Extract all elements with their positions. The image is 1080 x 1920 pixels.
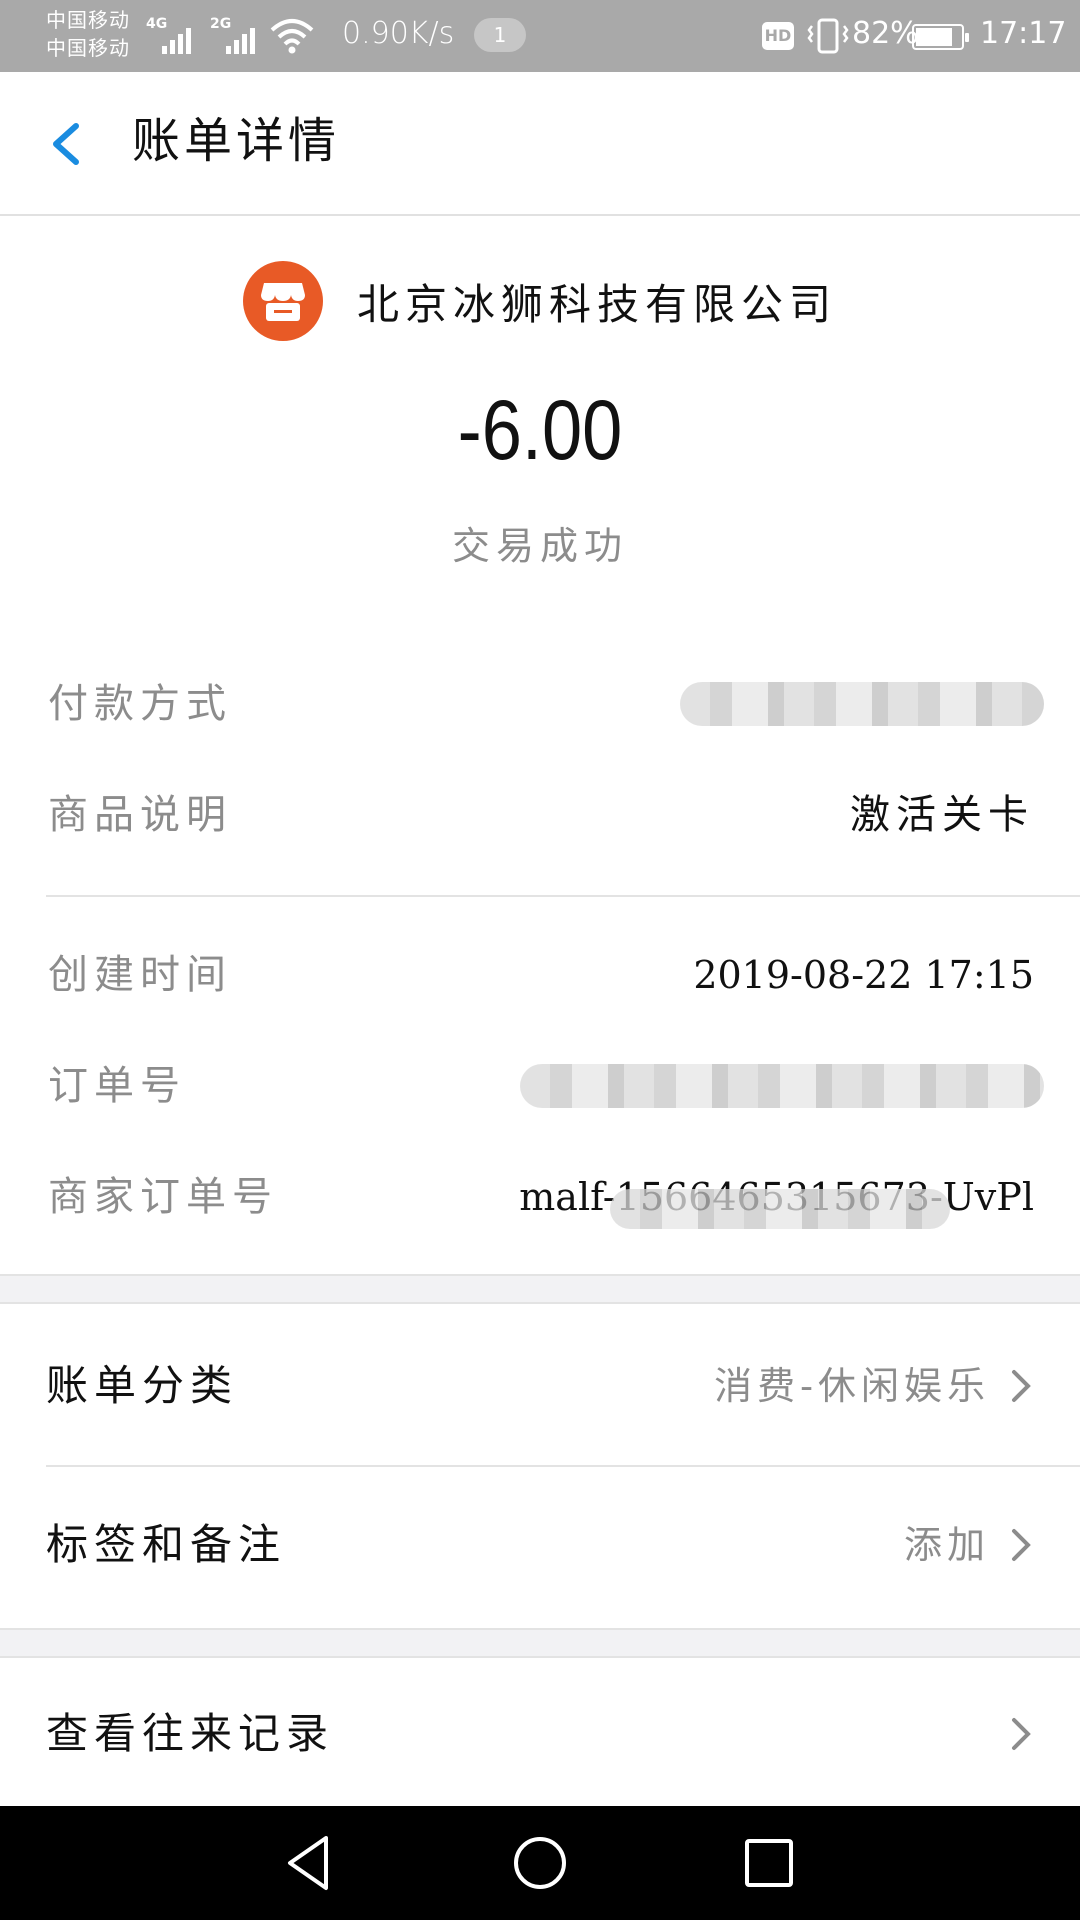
status-bar: 中国移动 中国移动 4G 2G 0.90K/s 1 HD 82% 17:17 — [0, 0, 1080, 72]
battery-fill — [916, 28, 952, 46]
chevron-left-icon[interactable] — [40, 112, 100, 176]
payment-method-label: 付款方式 — [48, 681, 232, 727]
system-nav-bar — [0, 1806, 1080, 1920]
section-gap — [0, 1628, 1080, 1658]
hd-icon: HD — [762, 22, 794, 50]
tags-notes-value: 添加 — [903, 1523, 990, 1567]
battery-icon — [912, 24, 969, 50]
carrier-2-label: 中国移动 — [46, 36, 130, 60]
bill-category-value: 消费-休闲娱乐 — [714, 1364, 990, 1408]
created-time-label: 创建时间 — [48, 952, 232, 998]
product-desc-label: 商品说明 — [48, 792, 232, 838]
merchant-name: 北京冰狮科技有限公司 — [356, 279, 837, 329]
signal-2g-icon: 2G — [210, 14, 270, 54]
order-no-label: 订单号 — [48, 1063, 186, 1109]
bill-category-label: 账单分类 — [46, 1361, 239, 1410]
shop-icon — [242, 261, 323, 341]
tags-notes-row[interactable]: 标签和备注 添加 — [0, 1467, 1080, 1627]
network-speed: 0.90K/s — [342, 16, 455, 51]
created-time-row: 创建时间 2019-08-22 17:15 — [0, 925, 1080, 1025]
signal-4g-icon: 4G — [146, 14, 206, 54]
payment-method-redacted — [680, 682, 1044, 726]
app-header: 账单详情 — [0, 72, 1080, 216]
history-label: 查看往来记录 — [46, 1709, 335, 1758]
wifi-icon — [270, 19, 314, 54]
transaction-amount: -6.00 — [457, 383, 623, 477]
square-recents-icon[interactable] — [736, 1830, 802, 1896]
page-title: 账单详情 — [132, 113, 341, 169]
signal-1-type: 4G — [146, 16, 168, 32]
vibrate-icon — [807, 18, 849, 54]
merchant-order-no-redacted — [610, 1189, 950, 1229]
order-no-row: 订单号 — [0, 1036, 1080, 1136]
clock: 17:17 — [980, 16, 1067, 51]
chevron-right-icon — [1012, 1718, 1031, 1750]
circle-home-icon[interactable] — [507, 1830, 573, 1896]
details-divider — [46, 895, 1080, 897]
chevron-right-icon — [1012, 1370, 1031, 1402]
merchant-order-no-row: 商家订单号 malf-1566465315673-UvPl — [0, 1147, 1080, 1247]
tags-notes-label: 标签和备注 — [46, 1520, 287, 1569]
bill-category-row[interactable]: 账单分类 消费-休闲娱乐 — [0, 1306, 1080, 1466]
product-desc-value: 激活关卡 — [850, 792, 1034, 838]
product-desc-row: 商品说明 激活关卡 — [0, 765, 1080, 865]
merchant-row: 北京冰狮科技有限公司 — [0, 258, 1080, 344]
carrier-1-label: 中国移动 — [46, 8, 130, 32]
battery-percent: 82% — [852, 16, 919, 51]
order-no-redacted — [520, 1064, 1044, 1108]
section-gap — [0, 1274, 1080, 1304]
merchant-order-no-label: 商家订单号 — [48, 1174, 278, 1220]
chevron-right-icon — [1012, 1529, 1031, 1561]
payment-method-row: 付款方式 — [0, 654, 1080, 754]
transaction-status: 交易成功 — [451, 524, 628, 568]
history-row[interactable]: 查看往来记录 — [0, 1660, 1080, 1806]
signal-2-type: 2G — [210, 16, 232, 32]
carrier-labels: 中国移动 中国移动 — [46, 6, 130, 62]
notification-count-badge: 1 — [474, 18, 526, 52]
triangle-back-icon[interactable] — [276, 1830, 342, 1896]
created-time-value: 2019-08-22 17:15 — [693, 953, 1034, 997]
